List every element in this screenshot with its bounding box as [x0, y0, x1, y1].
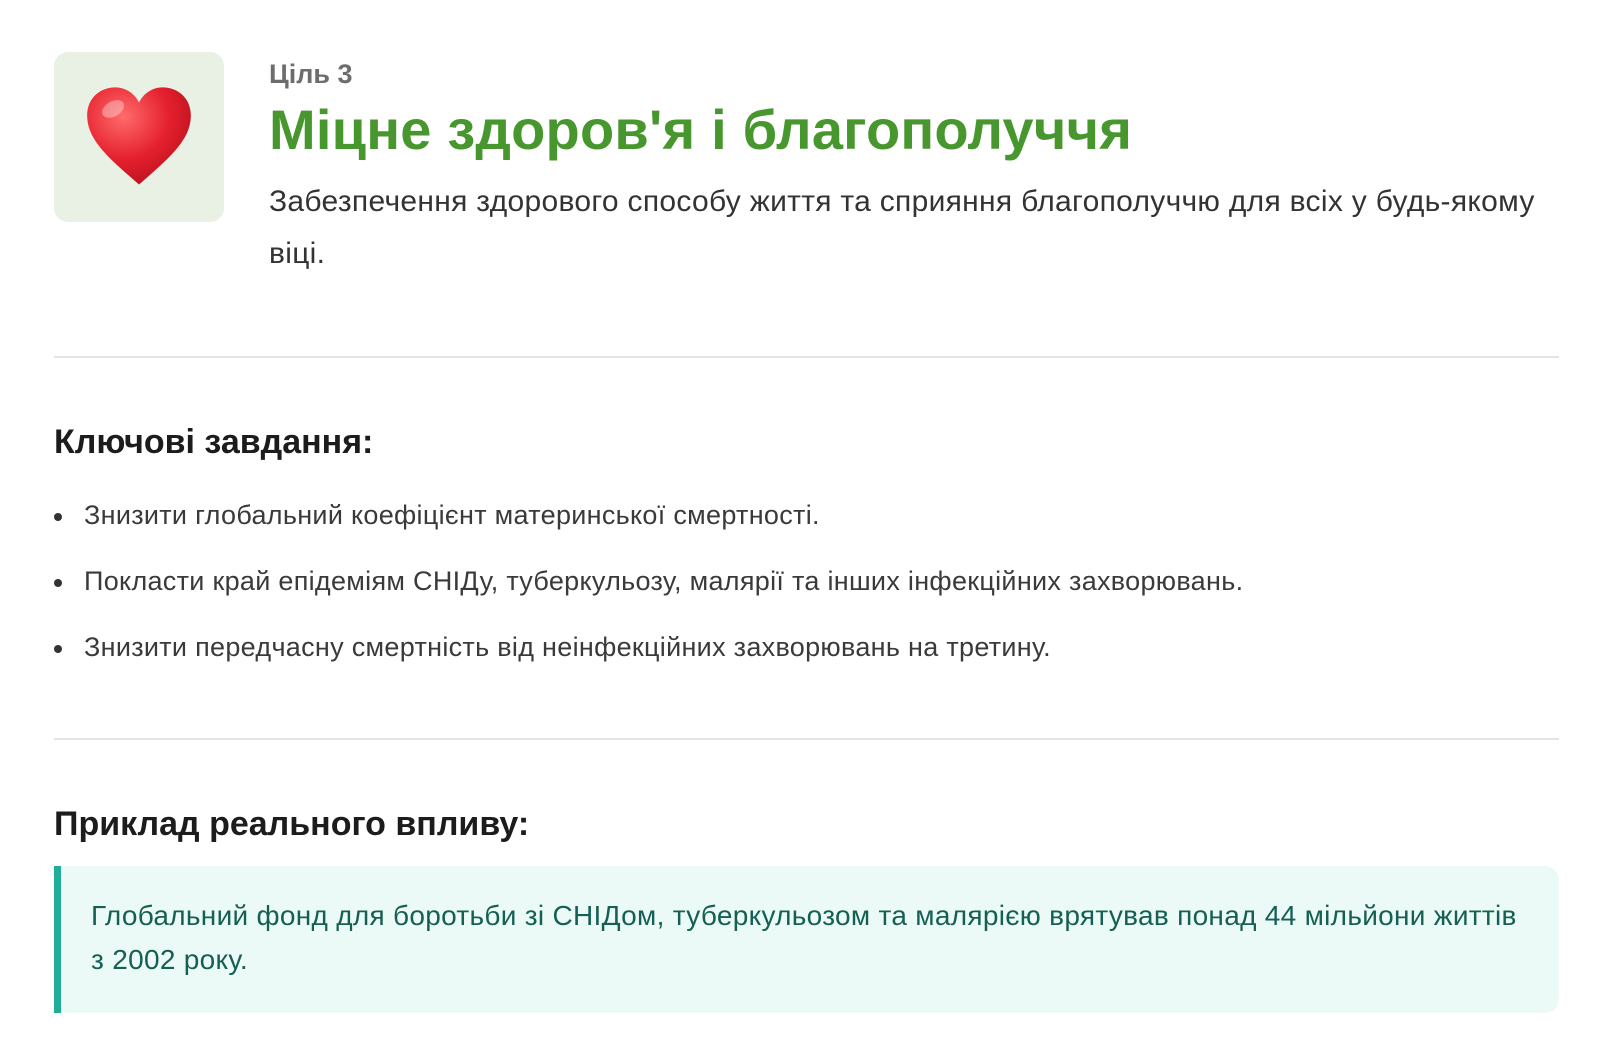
bullet-icon — [54, 579, 62, 587]
bullet-icon — [54, 513, 62, 521]
goal-description: Забезпечення здорового способу життя та … — [269, 185, 1535, 270]
key-tasks-section: Ключові завдання: Знизити глобальний кое… — [54, 358, 1558, 738]
heart-icon — [87, 87, 191, 185]
goal-header: Ціль 3 Міцне здоров'я і благополуччя Заб… — [54, 0, 1558, 356]
bullet-icon — [54, 645, 62, 653]
key-tasks-heading: Ключові завдання: — [54, 423, 374, 461]
goal-icon-tile — [54, 52, 224, 222]
key-tasks-list: Знизити глобальний коефіцієнт материнськ… — [54, 498, 1558, 664]
list-item-text: Покласти край епідеміям СНІДу, туберкуль… — [84, 566, 1244, 596]
list-item: Покласти край епідеміям СНІДу, туберкуль… — [54, 564, 1558, 598]
list-item-text: Знизити глобальний коефіцієнт материнськ… — [84, 500, 820, 530]
impact-text: Глобальний фонд для боротьби зі СНІДом, … — [91, 900, 1517, 975]
goal-number-label: Ціль 3 — [269, 59, 353, 89]
list-item: Знизити передчасну смертність від неінфе… — [54, 630, 1558, 664]
impact-heading: Приклад реального впливу: — [54, 805, 530, 843]
impact-callout: Глобальний фонд для боротьби зі СНІДом, … — [54, 866, 1559, 1013]
goal-header-text: Ціль 3 Міцне здоров'я і благополуччя Заб… — [269, 56, 1559, 280]
list-item-text: Знизити передчасну смертність від неінфе… — [84, 632, 1051, 662]
impact-section: Приклад реального впливу: Глобальний фон… — [54, 740, 1559, 1013]
goal-title: Міцне здоров'я і благополуччя — [269, 98, 1133, 161]
goal-card: Ціль 3 Міцне здоров'я і благополуччя Заб… — [54, 0, 1559, 1013]
list-item: Знизити глобальний коефіцієнт материнськ… — [54, 498, 1558, 532]
